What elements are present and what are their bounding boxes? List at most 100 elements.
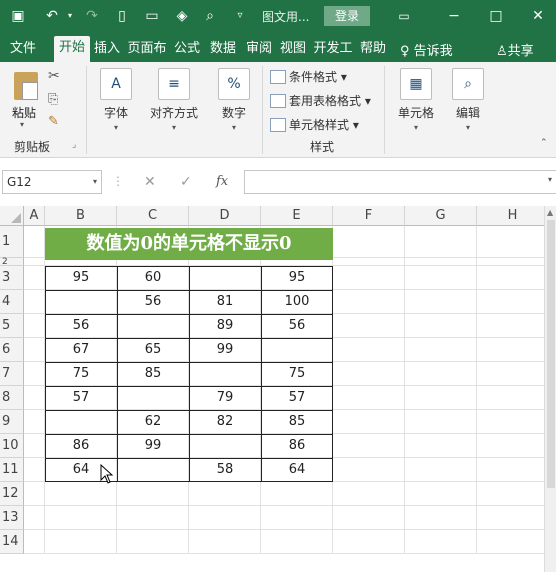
table-cell[interactable]: 57 <box>261 386 333 410</box>
table-cell[interactable]: 89 <box>189 314 261 338</box>
minimize-icon[interactable]: − <box>444 6 464 26</box>
format-as-table-button[interactable]: 套用表格格式 ▾ <box>270 92 371 110</box>
table-cell[interactable] <box>189 266 261 290</box>
tab-developer[interactable]: 开发工 <box>312 38 354 62</box>
row-header[interactable]: 4 <box>0 290 24 314</box>
table-cell[interactable]: 64 <box>261 458 333 482</box>
table-cell[interactable]: 75 <box>45 362 117 386</box>
row-header[interactable]: 5 <box>0 314 24 338</box>
format-painter-icon[interactable]: ✎ <box>48 114 59 129</box>
tab-page-layout[interactable]: 页面布 <box>126 38 168 62</box>
table-cell[interactable]: 85 <box>117 362 189 386</box>
table-cell[interactable]: 57 <box>45 386 117 410</box>
table-cell[interactable]: 86 <box>45 434 117 458</box>
table-cell[interactable]: 100 <box>261 290 333 314</box>
vertical-scrollbar[interactable]: ▲ <box>544 206 556 572</box>
table-cell[interactable]: 99 <box>189 338 261 362</box>
table-cell[interactable]: 95 <box>261 266 333 290</box>
login-button[interactable]: 登录 <box>324 6 370 26</box>
tab-view[interactable]: 视图 <box>278 38 308 62</box>
table-cell[interactable] <box>45 290 117 314</box>
undo-dropdown-icon[interactable]: ▾ <box>60 6 80 26</box>
customize-qat-icon[interactable]: ▿ <box>230 6 250 26</box>
clipboard-launcher-icon[interactable]: ⌟ <box>72 140 76 150</box>
close-icon[interactable]: ✕ <box>528 6 548 26</box>
table-cell[interactable] <box>117 314 189 338</box>
column-header[interactable]: E <box>261 206 333 226</box>
undo-icon[interactable]: ↶ <box>42 6 62 26</box>
share-button[interactable]: ♙共享 <box>496 40 534 59</box>
table-cell[interactable]: 82 <box>189 410 261 434</box>
row-header[interactable]: 14 <box>0 530 24 554</box>
column-header[interactable]: D <box>189 206 261 226</box>
cut-icon[interactable]: ✂ <box>48 68 60 84</box>
tab-home[interactable]: 开始 <box>54 36 90 62</box>
cell-styles-button[interactable]: 单元格样式 ▾ <box>270 116 359 134</box>
column-header[interactable]: F <box>333 206 405 226</box>
row-header[interactable]: 7 <box>0 362 24 386</box>
insert-function-icon[interactable]: fx <box>216 174 228 189</box>
chevron-down-icon[interactable]: ▾ <box>548 175 552 184</box>
table-cell[interactable]: 79 <box>189 386 261 410</box>
row-header[interactable]: 3 <box>0 266 24 290</box>
row-header[interactable]: 12 <box>0 482 24 506</box>
paste-dropdown-icon[interactable]: ▾ <box>20 120 24 129</box>
alignment-button[interactable]: ≡ 对齐方式 ▾ <box>146 68 202 132</box>
collapse-ribbon-icon[interactable]: ⌃ <box>540 138 548 148</box>
row-header[interactable]: 6 <box>0 338 24 362</box>
redo-icon[interactable]: ↷ <box>82 6 102 26</box>
row-header[interactable]: 10 <box>0 434 24 458</box>
table-cell[interactable]: 65 <box>117 338 189 362</box>
ribbon-display-icon[interactable]: ▭ <box>394 6 414 26</box>
scrollbar-thumb[interactable] <box>547 220 555 488</box>
copy-icon[interactable]: ⎘ <box>48 92 58 107</box>
column-header[interactable]: C <box>117 206 189 226</box>
row-header[interactable]: 1 <box>0 226 24 258</box>
table-cell[interactable]: 60 <box>117 266 189 290</box>
number-button[interactable]: % 数字 ▾ <box>216 68 252 132</box>
row-header[interactable]: 11 <box>0 458 24 482</box>
table-cell[interactable] <box>117 386 189 410</box>
table-cell[interactable]: 85 <box>261 410 333 434</box>
tell-me-search[interactable]: ♀ 告诉我 <box>400 40 453 59</box>
table-cell[interactable]: 95 <box>45 266 117 290</box>
paste-label[interactable]: 粘贴 <box>12 104 36 121</box>
name-box[interactable]: G12 ▾ <box>2 170 102 194</box>
table-cell[interactable]: 56 <box>45 314 117 338</box>
new-file-icon[interactable]: ▯ <box>112 6 132 26</box>
table-cell[interactable]: 58 <box>189 458 261 482</box>
column-header[interactable]: B <box>45 206 117 226</box>
tab-formulas[interactable]: 公式 <box>172 38 202 62</box>
column-header[interactable]: G <box>405 206 477 226</box>
table-cell[interactable]: 81 <box>189 290 261 314</box>
drag-handle-icon[interactable]: ⋮ <box>112 174 124 188</box>
table-cell[interactable]: 75 <box>261 362 333 386</box>
table-cell[interactable] <box>189 434 261 458</box>
table-cell[interactable] <box>117 458 189 482</box>
row-header[interactable]: 9 <box>0 410 24 434</box>
open-folder-icon[interactable]: ▭ <box>142 6 162 26</box>
banner-title[interactable]: 数值为0的单元格不显示0 <box>45 228 333 260</box>
formula-input[interactable]: ▾ <box>244 170 556 194</box>
tab-help[interactable]: 帮助 <box>358 38 388 62</box>
clipboard-paste-icon[interactable] <box>14 72 38 100</box>
cells-button[interactable]: ▦ 单元格 ▾ <box>394 68 438 132</box>
table-cell[interactable] <box>261 338 333 362</box>
row-header[interactable]: 2 <box>0 258 24 267</box>
table-cell[interactable]: 67 <box>45 338 117 362</box>
table-cell[interactable]: 62 <box>117 410 189 434</box>
tab-review[interactable]: 审阅 <box>244 38 274 62</box>
row-header[interactable]: 8 <box>0 386 24 410</box>
column-header[interactable]: A <box>24 206 45 226</box>
select-all-corner[interactable] <box>0 206 24 226</box>
table-cell[interactable] <box>189 362 261 386</box>
conditional-format-button[interactable]: 条件格式 ▾ <box>270 68 347 86</box>
print-preview-icon[interactable]: ⌕ <box>200 6 220 26</box>
table-cell[interactable]: 99 <box>117 434 189 458</box>
spreadsheet-grid[interactable]: ABCDEFGH 1 2 3 4 5 6 7 8 9 10 11 12 13 14 数值为0的单元格不显示… <box>0 206 556 572</box>
row-header[interactable]: 13 <box>0 506 24 530</box>
editing-button[interactable]: ⌕ 编辑 ▾ <box>450 68 486 132</box>
save-cloud-icon[interactable]: ◈ <box>172 6 192 26</box>
chevron-down-icon[interactable]: ▾ <box>93 171 97 193</box>
cancel-icon[interactable]: ✕ <box>144 174 156 190</box>
